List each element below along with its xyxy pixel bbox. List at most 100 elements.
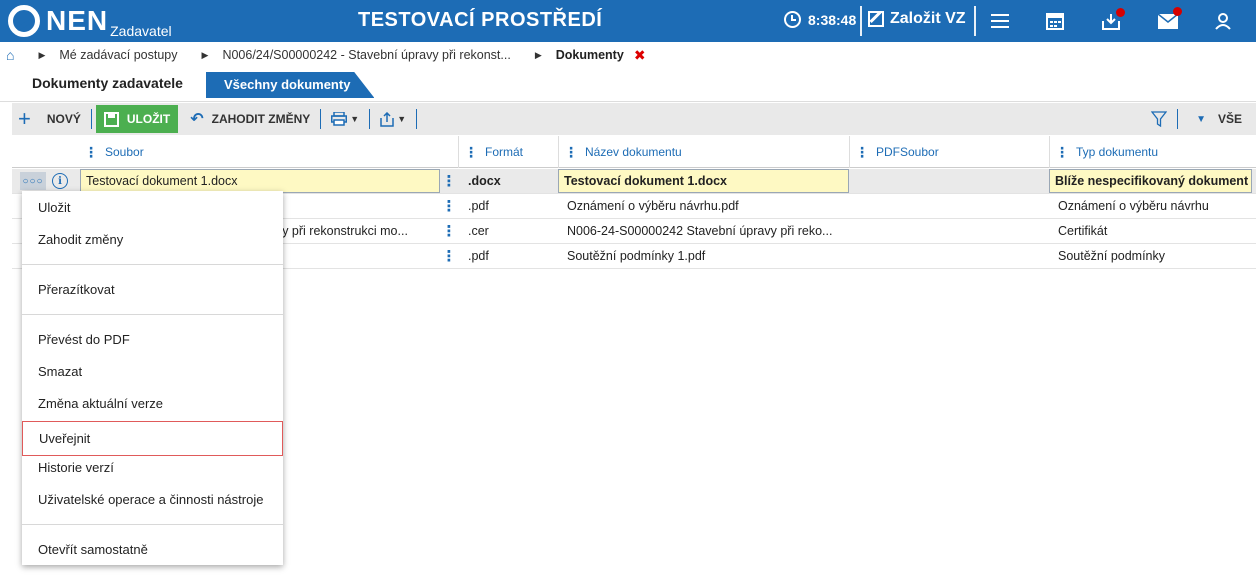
chevron-right-icon: ▶ — [201, 49, 209, 60]
column-header-soubor[interactable]: ⋮ Soubor — [84, 136, 144, 168]
user-icon — [1215, 13, 1231, 30]
column-divider[interactable] — [458, 136, 459, 168]
menu-item-otevrit-samostatne[interactable]: Otevřít samostatně — [22, 533, 283, 565]
cell-menu-icon[interactable]: ⋮ — [440, 244, 458, 268]
view-selector[interactable]: ▼ VŠE — [1190, 103, 1248, 135]
message-badge — [1173, 7, 1182, 16]
export-dropdown[interactable]: ▼ — [374, 103, 412, 135]
menu-item-historie-verzi[interactable]: Historie verzí — [22, 451, 283, 483]
menu-button[interactable] — [989, 10, 1011, 32]
cell-typ[interactable]: Soutěžní podmínky — [1053, 244, 1256, 268]
row-actions-button[interactable]: ○○○ — [20, 172, 46, 190]
column-header-format[interactable]: ⋮ Formát — [464, 136, 523, 168]
toolbar-divider — [320, 109, 322, 129]
column-header-pdfsoubor[interactable]: ⋮ PDFSoubor — [855, 136, 939, 168]
cell-nazev[interactable]: Testovací dokument 1.docx — [558, 169, 849, 193]
logo-text: NEN — [46, 5, 109, 36]
column-menu-icon[interactable]: ⋮ — [1055, 144, 1069, 161]
home-icon[interactable]: ⌂ — [6, 47, 14, 63]
cell-typ[interactable]: Certifikát — [1053, 219, 1256, 243]
logo-subtitle: Zadavatel — [110, 23, 172, 39]
breadcrumb-item[interactable]: N006/24/S00000242 - Stavební úpravy při … — [222, 48, 510, 62]
cell-soubor[interactable]: Testovací dokument 1.docx — [80, 169, 440, 193]
column-header-nazev[interactable]: ⋮ Název dokumentu — [564, 136, 682, 168]
undo-icon: ↶ — [190, 111, 204, 128]
menu-item-prerazitkovat[interactable]: Přerazítkovat — [22, 273, 283, 305]
column-label: PDFSoubor — [876, 145, 939, 159]
share-icon — [380, 111, 394, 127]
cell-format[interactable]: .cer — [463, 219, 558, 243]
info-icon[interactable]: i — [52, 173, 68, 189]
menu-item-uzivatelske-operace[interactable]: Uživatelské operace a činnosti nástroje — [22, 483, 283, 515]
column-divider[interactable] — [1049, 136, 1050, 168]
toolbar-divider — [369, 109, 371, 129]
column-menu-icon[interactable]: ⋮ — [84, 144, 98, 161]
chevron-right-icon: ▶ — [38, 49, 46, 60]
cell-pdf[interactable] — [849, 219, 1049, 243]
column-divider[interactable] — [558, 136, 559, 168]
row-context-menu: Uložit Zahodit změny Přerazítkovat Převé… — [22, 191, 283, 565]
column-menu-icon[interactable]: ⋮ — [564, 144, 578, 161]
view-label: VŠE — [1217, 112, 1242, 126]
filter-icon — [1151, 111, 1168, 127]
new-label: NOVÝ — [46, 112, 81, 126]
caret-down-icon: ▼ — [350, 114, 360, 124]
column-header-typ[interactable]: ⋮ Typ dokumentu — [1055, 136, 1158, 168]
session-clock: 8:38:48 — [784, 11, 856, 28]
inbox-button[interactable] — [1100, 8, 1125, 32]
column-label: Formát — [485, 145, 524, 159]
calendar-button[interactable] — [1044, 10, 1066, 32]
save-button[interactable]: ULOŽIT — [95, 105, 179, 133]
close-icon[interactable]: ✖ — [634, 47, 646, 64]
menu-item-zahodit-zmeny[interactable]: Zahodit změny — [22, 223, 283, 255]
print-dropdown[interactable]: ▼ — [325, 103, 365, 135]
menu-item-prevest-do-pdf[interactable]: Převést do PDF — [22, 323, 283, 355]
cell-typ[interactable]: Oznámení o výběru návrhu — [1053, 194, 1256, 218]
cell-menu-icon[interactable]: ⋮ — [440, 194, 458, 218]
new-button[interactable]: + NOVÝ — [12, 103, 87, 135]
column-label: Soubor — [105, 145, 144, 159]
menu-divider — [22, 524, 283, 525]
discard-changes-button[interactable]: ↶ ZAHODIT ZMĚNY — [184, 103, 316, 135]
breadcrumb-current: Dokumenty — [555, 48, 624, 62]
menu-item-smazat[interactable]: Smazat — [22, 355, 283, 387]
breadcrumb-item[interactable]: Mé zadávací postupy — [59, 48, 177, 62]
column-divider[interactable] — [849, 136, 850, 168]
cell-pdf[interactable] — [849, 244, 1049, 268]
cell-menu-icon[interactable]: ⋮ — [440, 169, 458, 193]
column-label: Typ dokumentu — [1076, 145, 1159, 159]
column-menu-icon[interactable]: ⋮ — [855, 144, 869, 161]
calendar-icon — [1046, 13, 1064, 30]
logo-circle-icon — [8, 5, 40, 37]
cell-nazev[interactable]: N006-24-S00000242 Stavební úpravy při re… — [562, 219, 849, 243]
clock-icon — [784, 11, 801, 28]
cell-format[interactable]: .docx — [463, 169, 558, 193]
cell-menu-icon[interactable]: ⋮ — [440, 219, 458, 243]
messages-button[interactable] — [1157, 7, 1182, 32]
cell-typ[interactable]: Blíže nespecifikovaný dokument — [1049, 169, 1252, 193]
notification-badge — [1116, 8, 1125, 17]
menu-item-zmena-aktualni-verze[interactable]: Změna aktuální verze — [22, 387, 283, 419]
tab-dokumenty-zadavatele[interactable]: Dokumenty zadavatele — [14, 68, 201, 98]
column-menu-icon[interactable]: ⋮ — [464, 144, 478, 161]
nen-logo[interactable]: NEN Zadavatel — [8, 5, 172, 39]
cell-nazev[interactable]: Oznámení o výběru návrhu.pdf — [562, 194, 849, 218]
cell-format[interactable]: .pdf — [463, 244, 558, 268]
chevron-right-icon: ▶ — [534, 49, 542, 60]
user-button[interactable] — [1212, 10, 1234, 32]
new-vz-button[interactable]: Založit VZ — [868, 10, 966, 28]
cell-pdf[interactable] — [849, 194, 1049, 218]
toolbar-divider — [416, 109, 418, 129]
cell-nazev[interactable]: Soutěžní podmínky 1.pdf — [562, 244, 849, 268]
tab-vsechny-dokumenty[interactable]: Všechny dokumenty — [206, 72, 375, 98]
filter-button[interactable] — [1145, 103, 1173, 135]
cell-pdf[interactable] — [849, 169, 1049, 193]
floppy-icon — [103, 111, 119, 127]
discard-label: ZAHODIT ZMĚNY — [211, 112, 311, 126]
plus-icon: + — [18, 106, 31, 131]
caret-down-icon: ▼ — [397, 114, 407, 124]
menu-item-ulozit[interactable]: Uložit — [22, 191, 283, 223]
cell-format[interactable]: .pdf — [463, 194, 558, 218]
edit-icon — [868, 11, 884, 27]
menu-divider — [22, 264, 283, 265]
